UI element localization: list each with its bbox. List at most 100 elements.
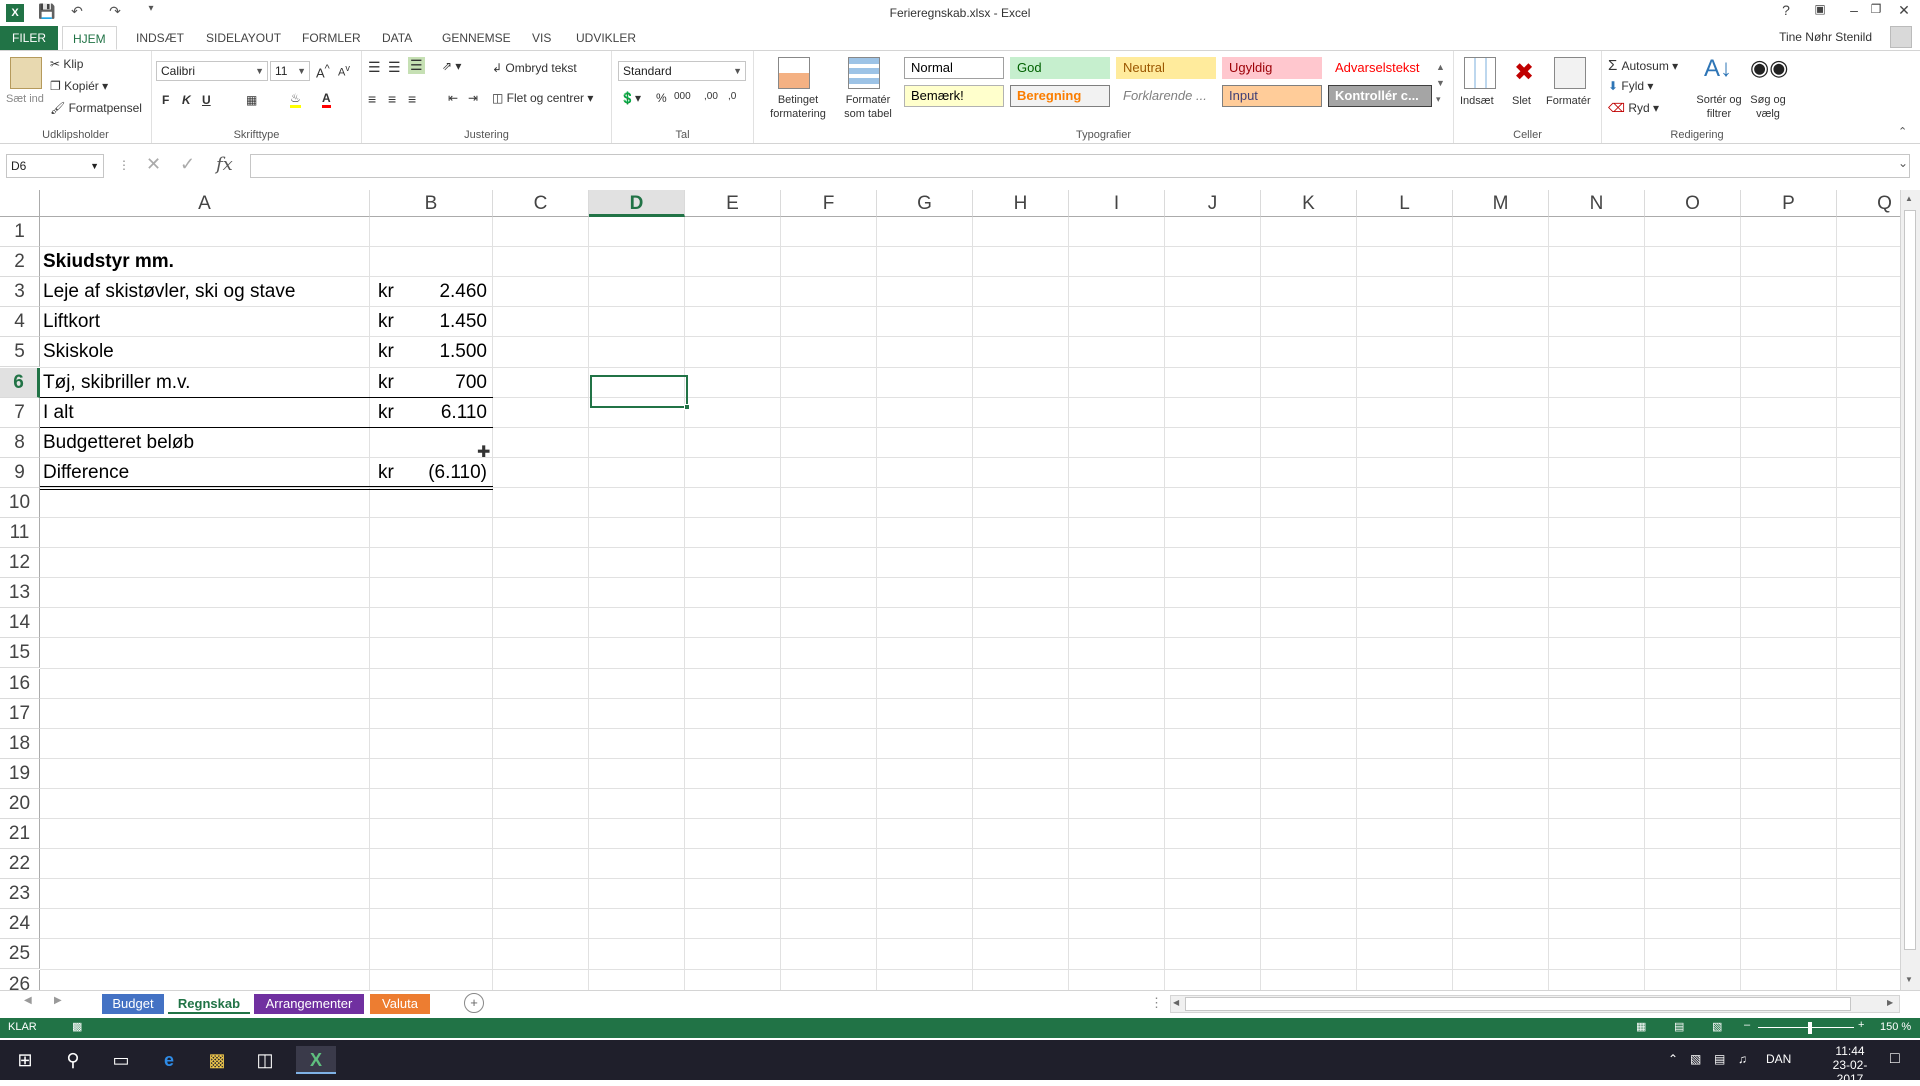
indent-decrease-icon[interactable]: ⇤: [448, 91, 458, 105]
delete-cells-icon[interactable]: ✖: [1508, 57, 1540, 89]
font-name-combo[interactable]: Calibri ▼: [156, 61, 268, 81]
restore-button[interactable]: ❐: [1862, 2, 1890, 24]
excel-taskbar-icon[interactable]: X: [296, 1046, 336, 1074]
close-button[interactable]: ✕: [1890, 2, 1918, 24]
cell-a5-label[interactable]: Skiskole: [43, 341, 114, 363]
name-box[interactable]: D6 ▼: [6, 154, 104, 178]
tab-data[interactable]: DATA: [372, 26, 422, 50]
wrap-text-button[interactable]: ↲ Ombryd tekst: [492, 61, 577, 75]
task-view-icon[interactable]: ▭: [106, 1046, 136, 1074]
italic-button[interactable]: K: [182, 93, 191, 107]
tab-split-handle[interactable]: ⋮: [1150, 995, 1163, 1011]
enter-icon[interactable]: ✓: [180, 154, 195, 175]
row-header-4[interactable]: 4: [0, 307, 40, 338]
style-note[interactable]: Bemærk!: [904, 85, 1004, 107]
binoculars-icon[interactable]: ◉◉: [1750, 55, 1788, 87]
column-header-o[interactable]: O: [1645, 190, 1741, 217]
format-painter-button[interactable]: 🖌 Formatpensel: [50, 101, 142, 115]
border-icon[interactable]: ▦: [246, 93, 257, 107]
row-header-16[interactable]: 16: [0, 668, 40, 699]
styles-scroll-icon[interactable]: ▲ ▼ ▾: [1436, 59, 1445, 107]
align-top-icon[interactable]: ☰: [368, 59, 381, 76]
column-header-l[interactable]: L: [1357, 190, 1453, 217]
font-size-combo[interactable]: 11 ▼: [270, 61, 310, 81]
action-center-icon[interactable]: □: [1890, 1050, 1900, 1068]
horizontal-scrollbar[interactable]: ◀ ▶: [1170, 995, 1900, 1013]
conditional-format-button[interactable]: Betinget formatering: [758, 93, 838, 121]
row-header-8[interactable]: 8: [0, 427, 40, 458]
column-header-j[interactable]: J: [1165, 190, 1261, 217]
style-good[interactable]: God: [1010, 57, 1110, 79]
copy-button[interactable]: ❐ Kopiér ▾: [50, 79, 108, 93]
align-left-icon[interactable]: ≡: [368, 91, 376, 107]
file-explorer-icon[interactable]: ▩: [202, 1046, 232, 1074]
page-layout-view-icon[interactable]: ▤: [1674, 1020, 1684, 1033]
sort-filter-button[interactable]: Sortér og filtrer: [1696, 93, 1742, 121]
underline-button[interactable]: U: [202, 93, 211, 107]
vertical-scroll-thumb[interactable]: [1904, 210, 1916, 950]
insert-function-icon[interactable]: fx: [216, 154, 233, 175]
align-center-icon[interactable]: ≡: [388, 91, 396, 107]
style-neutral[interactable]: Neutral: [1116, 57, 1216, 79]
tab-udvikler[interactable]: UDVIKLER: [566, 26, 646, 50]
sheet-tab-budget[interactable]: Budget: [102, 994, 164, 1014]
column-header-d[interactable]: D: [589, 190, 685, 217]
delete-cells-button[interactable]: Slet: [1512, 95, 1531, 107]
cell-b6-value[interactable]: 700: [370, 372, 487, 394]
column-header-e[interactable]: E: [685, 190, 781, 217]
font-color-icon[interactable]: A: [322, 91, 331, 108]
horizontal-scroll-thumb[interactable]: [1185, 997, 1851, 1011]
style-normal[interactable]: Normal: [904, 57, 1004, 79]
format-cells-button[interactable]: Formatér: [1546, 95, 1591, 107]
zoom-level[interactable]: 150 %: [1880, 1021, 1911, 1033]
zoom-slider-thumb[interactable]: [1808, 1022, 1812, 1034]
row-header-15[interactable]: 15: [0, 638, 40, 669]
battery-icon[interactable]: ▧: [1690, 1052, 1701, 1066]
column-header-n[interactable]: N: [1549, 190, 1645, 217]
row-header-6[interactable]: 6: [0, 367, 40, 398]
cell-b9-value[interactable]: (6.110): [370, 462, 487, 484]
tab-filer[interactable]: FILER: [0, 26, 58, 50]
zoom-out-icon[interactable]: –: [1744, 1019, 1750, 1031]
row-header-12[interactable]: 12: [0, 548, 40, 579]
row-header-26[interactable]: 26: [0, 969, 40, 990]
cell-b4-value[interactable]: 1.450: [370, 311, 487, 333]
align-bottom-icon[interactable]: ☰: [408, 57, 425, 74]
style-input[interactable]: Input: [1222, 85, 1322, 107]
sheet-tab-valuta[interactable]: Valuta: [370, 994, 430, 1014]
format-table-button[interactable]: Formatér som tabel: [836, 93, 900, 121]
autosum-button[interactable]: Σ Autosum ▾: [1608, 57, 1678, 74]
windows-start-icon[interactable]: ⊞: [10, 1046, 40, 1074]
paste-icon[interactable]: [10, 57, 42, 89]
zoom-slider[interactable]: [1758, 1027, 1854, 1028]
row-header-10[interactable]: 10: [0, 487, 40, 518]
row-header-17[interactable]: 17: [0, 698, 40, 729]
grow-font-icon[interactable]: A^: [316, 63, 330, 80]
cell-a7-label[interactable]: I alt: [43, 402, 74, 424]
zoom-in-icon[interactable]: +: [1858, 1019, 1864, 1031]
row-header-18[interactable]: 18: [0, 728, 40, 759]
cancel-icon[interactable]: ✕: [146, 154, 161, 175]
insert-cells-icon[interactable]: [1464, 57, 1496, 89]
style-bad[interactable]: Ugyldig: [1222, 57, 1322, 79]
percent-icon[interactable]: %: [656, 91, 667, 105]
row-header-1[interactable]: 1: [0, 217, 40, 248]
clear-button[interactable]: ⌫ Ryd ▾: [1608, 101, 1659, 115]
tab-gennemse[interactable]: GENNEMSE: [432, 26, 521, 50]
row-header-7[interactable]: 7: [0, 397, 40, 428]
column-header-c[interactable]: C: [493, 190, 589, 217]
style-explanatory[interactable]: Forklarende ...: [1116, 85, 1216, 107]
decrease-decimal-icon[interactable]: ,0: [728, 91, 736, 102]
row-header-20[interactable]: 20: [0, 788, 40, 819]
number-format-combo[interactable]: Standard ▼: [618, 61, 746, 81]
style-calculation[interactable]: Beregning: [1010, 85, 1110, 107]
row-header-22[interactable]: 22: [0, 849, 40, 880]
scroll-up-icon[interactable]: ▲: [1905, 194, 1913, 203]
align-right-icon[interactable]: ≡: [408, 91, 416, 107]
row-header-13[interactable]: 13: [0, 578, 40, 609]
row-header-19[interactable]: 19: [0, 758, 40, 789]
tab-indsaet[interactable]: INDSÆT: [126, 26, 194, 50]
sheet-tab-arrangementer[interactable]: Arrangementer: [254, 994, 364, 1014]
row-header-11[interactable]: 11: [0, 518, 40, 549]
format-table-icon[interactable]: [848, 57, 880, 89]
